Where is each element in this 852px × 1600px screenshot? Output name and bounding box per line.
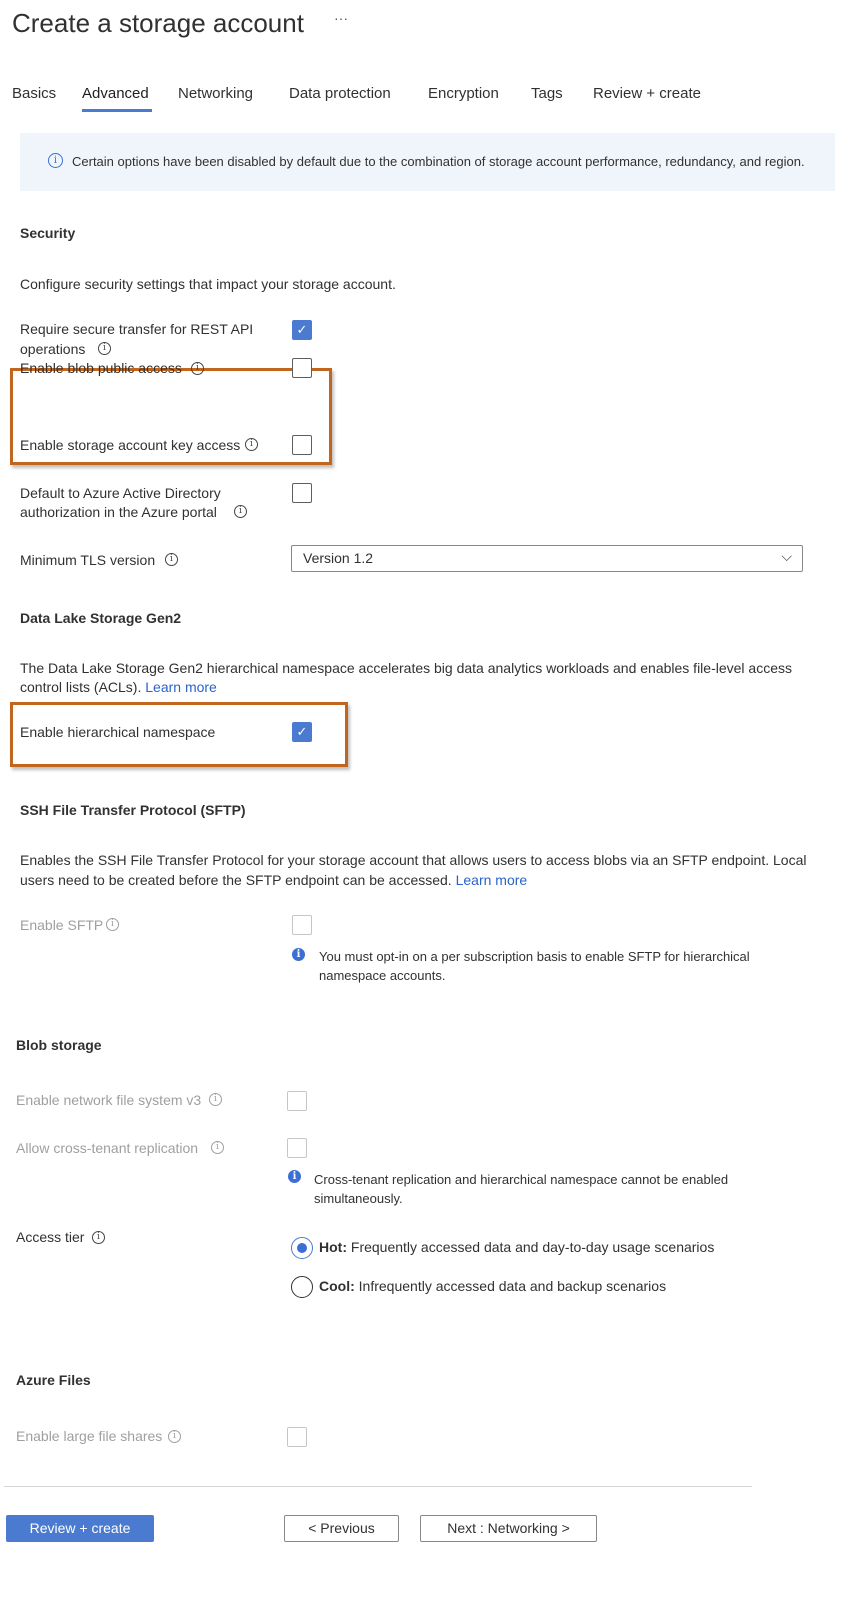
- enable-sftp-checkbox: [292, 915, 312, 935]
- info-filled-icon: i: [292, 948, 305, 961]
- secure-transfer-label-2: operations: [20, 340, 85, 359]
- footer-divider: [4, 1486, 752, 1487]
- cross-tenant-note: Cross-tenant replication and hierarchica…: [314, 1172, 729, 1187]
- review-create-button[interactable]: Review + create: [6, 1515, 154, 1542]
- more-options-button[interactable]: ···: [334, 10, 348, 26]
- info-filled-icon: i: [288, 1170, 301, 1183]
- hot-name: Hot:: [319, 1239, 347, 1255]
- access-tier-hot-label: Hot: Frequently accessed data and day-to…: [319, 1238, 714, 1257]
- learn-more-link[interactable]: Learn more: [456, 872, 528, 888]
- tab-review-create[interactable]: Review + create: [593, 84, 701, 103]
- hns-checkbox[interactable]: ✓: [292, 722, 312, 742]
- info-icon[interactable]: i: [92, 1231, 105, 1244]
- banner-text: Certain options have been disabled by de…: [72, 154, 805, 169]
- blob-public-access-checkbox[interactable]: [292, 358, 312, 378]
- tab-tags[interactable]: Tags: [531, 84, 563, 103]
- aad-default-checkbox[interactable]: [292, 483, 312, 503]
- next-networking-button[interactable]: Next : Networking >: [420, 1515, 597, 1542]
- cool-desc: Infrequently accessed data and backup sc…: [358, 1278, 667, 1294]
- info-icon[interactable]: i: [245, 438, 258, 451]
- access-tier-hot-radio[interactable]: [291, 1237, 313, 1259]
- tls-version-value: Version 1.2: [303, 550, 374, 566]
- security-description: Configure security settings that impact …: [20, 276, 396, 292]
- cross-tenant-checkbox: [287, 1138, 307, 1158]
- enable-sftp-label: Enable SFTP: [20, 916, 103, 935]
- info-icon[interactable]: i: [165, 553, 178, 566]
- secure-transfer-label-text: operations: [20, 341, 86, 357]
- chevron-down-icon: ⌵: [781, 548, 792, 564]
- datalake-description-2: control lists (ACLs). Learn more: [20, 678, 217, 697]
- blob-public-access-label: Enable blob public access: [20, 360, 182, 376]
- blob-heading: Blob storage: [16, 1037, 102, 1053]
- sftp-description-text: users need to be created before the SFTP…: [20, 872, 452, 888]
- access-tier-cool-label: Cool: Infrequently accessed data and bac…: [319, 1277, 666, 1296]
- sftp-heading: SSH File Transfer Protocol (SFTP): [20, 802, 246, 818]
- cross-tenant-note-2: simultaneously.: [314, 1191, 403, 1206]
- learn-more-link[interactable]: Learn more: [145, 679, 217, 695]
- nfs-label: Enable network file system v3: [16, 1092, 202, 1108]
- cross-tenant-label: Allow cross-tenant replication: [16, 1140, 199, 1156]
- tls-version-select[interactable]: Version 1.2 ⌵: [291, 545, 803, 572]
- access-tier-label: Access tier: [16, 1229, 85, 1245]
- aad-default-label: Default to Azure Active Directory: [20, 485, 221, 501]
- active-tab-indicator: [82, 109, 152, 112]
- info-icon[interactable]: i: [209, 1093, 222, 1106]
- datalake-description-text: control lists (ACLs).: [20, 679, 142, 695]
- sftp-description-2: users need to be created before the SFTP…: [20, 871, 527, 890]
- info-icon: i: [48, 153, 63, 168]
- info-icon[interactable]: i: [98, 342, 111, 355]
- tab-networking[interactable]: Networking: [178, 84, 253, 103]
- secure-transfer-checkbox[interactable]: ✓: [292, 320, 312, 340]
- tab-encryption[interactable]: Encryption: [428, 84, 499, 103]
- datalake-heading: Data Lake Storage Gen2: [20, 610, 182, 626]
- info-icon[interactable]: i: [211, 1141, 224, 1154]
- hot-desc: Frequently accessed data and day-to-day …: [350, 1239, 715, 1255]
- key-access-label: Enable storage account key access: [20, 437, 241, 453]
- nfs-checkbox: [287, 1091, 307, 1111]
- datalake-description: The Data Lake Storage Gen2 hierarchical …: [20, 660, 792, 676]
- info-icon[interactable]: i: [106, 918, 119, 931]
- enable-sftp-text: Enable SFTP: [20, 917, 104, 933]
- sftp-note: You must opt-in on a per subscription ba…: [319, 949, 750, 964]
- tab-data-protection[interactable]: Data protection: [289, 84, 391, 103]
- secure-transfer-label: Require secure transfer for REST API: [20, 321, 254, 337]
- large-shares-checkbox: [287, 1427, 307, 1447]
- sftp-description: Enables the SSH File Transfer Protocol f…: [20, 852, 807, 868]
- hns-label: Enable hierarchical namespace: [20, 724, 216, 740]
- access-tier-cool-radio[interactable]: [291, 1276, 313, 1298]
- page-title: Create a storage account: [12, 8, 304, 38]
- aad-default-label-2: authorization in the Azure portal: [20, 504, 217, 520]
- tls-label: Minimum TLS version: [20, 552, 156, 568]
- large-shares-label: Enable large file shares: [16, 1428, 163, 1444]
- security-heading: Security: [20, 225, 76, 241]
- cool-name: Cool:: [319, 1278, 355, 1294]
- key-access-checkbox[interactable]: [292, 435, 312, 455]
- tab-advanced[interactable]: Advanced: [82, 84, 149, 103]
- files-heading: Azure Files: [16, 1372, 91, 1388]
- sftp-note-2: namespace accounts.: [319, 968, 446, 983]
- info-icon[interactable]: i: [234, 505, 247, 518]
- info-icon[interactable]: i: [191, 362, 204, 375]
- info-icon[interactable]: i: [168, 1430, 181, 1443]
- previous-button[interactable]: < Previous: [284, 1515, 399, 1542]
- tab-basics[interactable]: Basics: [12, 84, 56, 103]
